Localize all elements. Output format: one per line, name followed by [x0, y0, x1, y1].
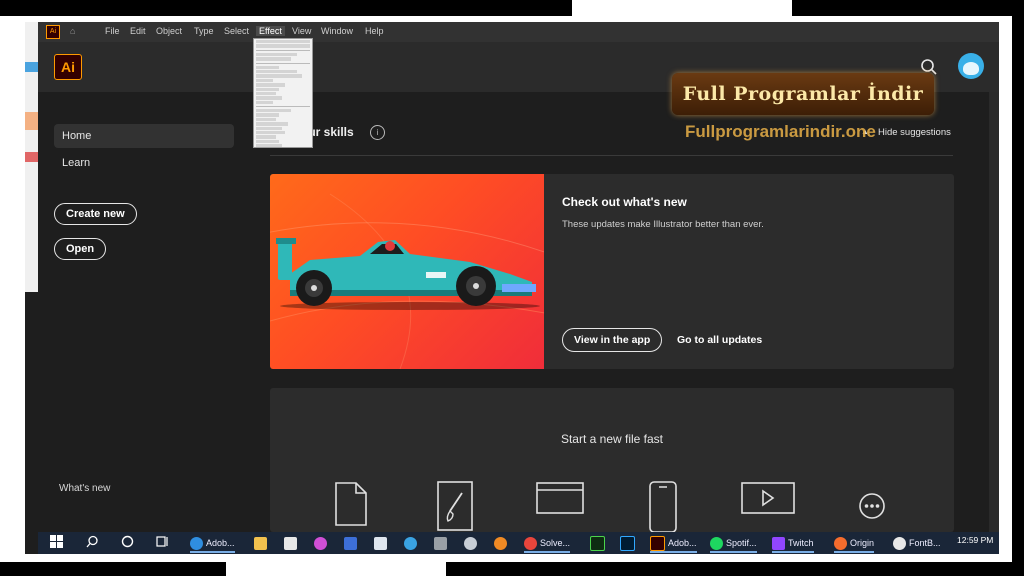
menu-edit[interactable]: Edit [130, 26, 146, 36]
divider [270, 155, 953, 156]
more-presets-icon[interactable] [858, 492, 886, 525]
race-car-illustration [270, 174, 551, 369]
all-updates-link[interactable]: Go to all updates [677, 334, 762, 346]
store-icon[interactable] [284, 535, 300, 551]
search-icon[interactable] [86, 535, 99, 551]
illustrator-logo: Ai [54, 54, 82, 80]
whats-new-link[interactable]: What's new [59, 483, 110, 494]
menu-view[interactable]: View [292, 26, 311, 36]
menu-type[interactable]: Type [194, 26, 214, 36]
app-icon-steam[interactable] [464, 535, 480, 551]
preset-letter-icon[interactable] [334, 481, 368, 532]
scrollbar[interactable] [989, 92, 999, 532]
home-icon[interactable]: ⌂ [70, 26, 80, 36]
dreamweaver-icon[interactable] [590, 535, 608, 552]
preset-print-icon[interactable] [436, 481, 474, 532]
watermark-badge: Full Programlar İndir [672, 73, 934, 115]
taskbar-spotify[interactable]: Spotif... [710, 535, 757, 553]
background-window-edge [25, 22, 39, 292]
app-icon-blue[interactable] [344, 535, 360, 551]
app-icon: Ai [46, 25, 60, 39]
taskbar-origin[interactable]: Origin [834, 535, 875, 553]
menu-select[interactable]: Select [224, 26, 249, 36]
whats-new-card: Check out what's new These updates make … [270, 174, 954, 369]
create-new-button[interactable]: Create new [54, 203, 137, 225]
watermark-url: Fullprogramlarindir.one [685, 122, 876, 141]
taskbar: Adob... Solve... Adob... Spotif... Twitc… [38, 532, 999, 554]
white-frame-tab-top [572, 0, 792, 16]
sidebar-item-home[interactable]: Home [54, 124, 234, 148]
effect-menu-dropdown[interactable] [253, 38, 313, 148]
preset-film-video-icon[interactable] [740, 481, 796, 520]
menu-help[interactable]: Help [365, 26, 384, 36]
app-icon-pink[interactable] [314, 535, 330, 551]
menu-file[interactable]: File [105, 26, 120, 36]
whats-new-description: These updates make Illustrator better th… [562, 219, 764, 230]
hide-suggestions-button[interactable]: Hide suggestions [878, 127, 951, 138]
menu-object[interactable]: Object [156, 26, 182, 36]
start-new-file-title: Start a new file fast [560, 432, 664, 446]
sidebar-item-learn[interactable]: Learn [54, 151, 234, 175]
task-view-icon[interactable] [156, 535, 169, 551]
app-icon-gray[interactable] [434, 535, 450, 551]
taskbar-chrome[interactable]: Solve... [524, 535, 571, 553]
open-button[interactable]: Open [54, 238, 107, 260]
taskbar-edge[interactable]: Adob... [190, 535, 235, 553]
start-new-file-card: Start a new file fast [270, 388, 954, 532]
cortana-icon[interactable] [121, 535, 134, 551]
sidebar: Home Learn Create new Open What's new [38, 92, 256, 532]
mail-icon[interactable] [374, 535, 390, 551]
taskbar-twitch[interactable]: Twitch [772, 535, 814, 553]
view-in-app-button[interactable]: View in the app [562, 328, 663, 352]
preset-web-icon[interactable] [535, 481, 585, 520]
blender-icon[interactable] [494, 535, 510, 551]
avatar[interactable] [958, 53, 984, 79]
menu-window[interactable]: Window [321, 26, 353, 36]
file-explorer-icon[interactable] [254, 535, 270, 551]
clock: 12:59 PM [957, 535, 994, 545]
whats-new-title: Check out what's new [562, 195, 687, 209]
info-icon[interactable]: i [370, 125, 385, 140]
menu-bar: Ai ⌂ File Edit Object Type Select Effect… [38, 22, 999, 42]
taskbar-fontbase[interactable]: FontB... [893, 535, 941, 551]
preset-mobile-icon[interactable] [648, 481, 678, 532]
main-content: our skills i ▲ Hide suggestions Check ou… [256, 92, 999, 532]
windows-start-icon[interactable] [50, 535, 63, 551]
photoshop-icon[interactable] [620, 535, 638, 552]
menu-effect[interactable]: Effect [256, 26, 285, 36]
internet-explorer-icon[interactable] [404, 535, 420, 551]
taskbar-illustrator[interactable]: Adob... [650, 535, 697, 553]
white-frame-tab-bottom [226, 562, 446, 576]
